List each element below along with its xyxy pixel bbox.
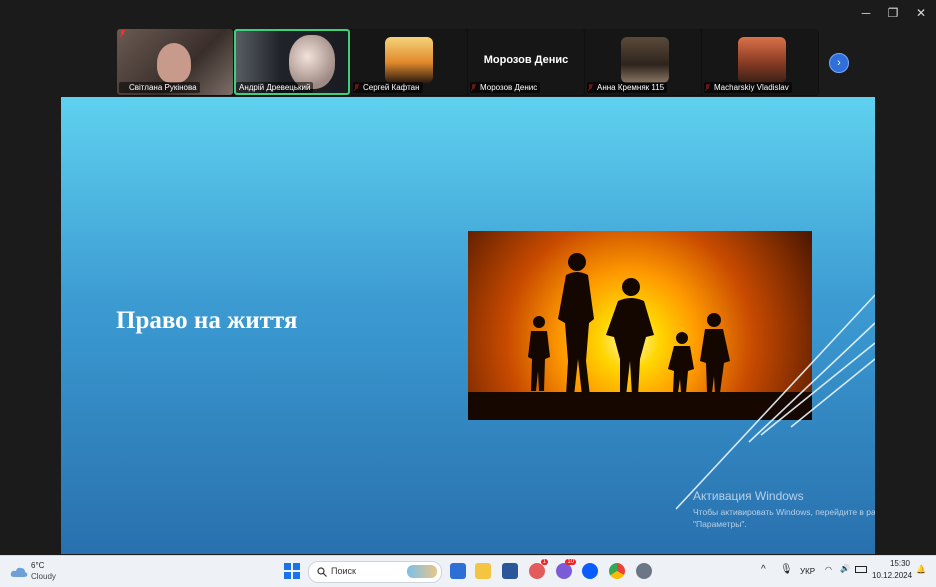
viber-icon[interactable]: 10 xyxy=(556,559,576,579)
participant-tile[interactable]: Світлана Рукінова xyxy=(117,29,233,95)
participant-name: Анна Кремняк 115 xyxy=(587,82,668,93)
participant-tile[interactable]: Сергей Кафтан xyxy=(351,29,467,95)
participant-name: Морозов Денис xyxy=(470,82,541,93)
participant-strip: Світлана Рукінова Андрій Древецький Серг… xyxy=(117,29,819,96)
notifications-bell-icon[interactable]: 🔔 xyxy=(916,565,926,574)
search-placeholder: Поиск xyxy=(331,566,356,576)
clock-date[interactable]: 10.12.2024 xyxy=(872,571,912,580)
taskbar-search-box[interactable]: Поиск xyxy=(308,561,442,583)
microphone-icon[interactable]: 🎙 xyxy=(780,564,793,575)
word-icon[interactable] xyxy=(502,563,518,579)
activation-title: Активация Windows xyxy=(693,489,804,503)
shared-slide: Право на життя Активация Windows Чтобы а… xyxy=(61,97,875,554)
tray-chevron-up-icon[interactable]: ^ xyxy=(761,564,766,575)
participant-avatar xyxy=(385,37,433,83)
participant-tile-active[interactable]: Андрій Древецький xyxy=(234,29,350,95)
participant-tile[interactable]: Macharskiy Vladislav xyxy=(702,29,818,95)
participant-name: Андрій Древецький xyxy=(236,82,314,93)
next-participants-button[interactable]: › xyxy=(829,53,849,73)
clock-time[interactable]: 15:30 xyxy=(888,559,910,568)
participant-name: Macharskiy Vladislav xyxy=(704,82,792,93)
telegram-icon[interactable]: 1 xyxy=(529,559,548,579)
weather-widget[interactable]: 6°C Cloudy xyxy=(10,561,70,583)
minimize-button[interactable]: ─ xyxy=(856,6,876,20)
search-icon xyxy=(317,567,327,577)
volume-icon[interactable]: 🔊 xyxy=(840,564,850,573)
participant-avatar xyxy=(738,37,786,83)
windows-taskbar: 6°C Cloudy Поиск 1 10 ^ 🎙 УКР ◠ 🔊 15:30 … xyxy=(0,555,936,587)
cloud-icon xyxy=(10,567,28,577)
viber-badge: 10 xyxy=(565,559,576,565)
activation-text: Чтобы активировать Windows, перейдите в … xyxy=(693,507,875,529)
participant-name: Сергей Кафтан xyxy=(353,82,423,93)
muted-mic-icon xyxy=(120,30,125,37)
chrome-icon[interactable] xyxy=(609,563,625,579)
windows-activation-watermark: Активация Windows Чтобы активировать Win… xyxy=(693,489,875,530)
telegram-badge: 1 xyxy=(540,559,548,565)
search-highlight-image xyxy=(407,565,437,578)
participant-avatar xyxy=(621,37,669,83)
zoom-icon[interactable] xyxy=(582,563,598,579)
battery-icon[interactable] xyxy=(855,566,867,573)
participant-video xyxy=(289,35,335,89)
weather-description: Cloudy xyxy=(31,572,56,581)
save-app-icon[interactable] xyxy=(450,563,466,579)
participant-name: Світлана Рукінова xyxy=(119,82,200,93)
settings-gear-icon[interactable] xyxy=(636,563,652,579)
decorative-lines xyxy=(675,294,875,510)
weather-temperature: 6°C xyxy=(31,561,45,570)
participant-display-name: Морозов Денис xyxy=(483,54,569,66)
file-explorer-icon[interactable] xyxy=(475,563,491,579)
participant-tile[interactable]: Анна Кремняк 115 xyxy=(585,29,701,95)
wifi-icon[interactable]: ◠ xyxy=(825,565,832,574)
participant-video xyxy=(157,43,191,83)
windows-start-icon[interactable] xyxy=(284,563,300,579)
restore-button[interactable]: ❐ xyxy=(883,6,903,20)
participant-tile[interactable]: Морозов Денис Морозов Денис xyxy=(468,29,584,95)
close-button[interactable]: ✕ xyxy=(911,6,931,20)
language-indicator[interactable]: УКР xyxy=(800,567,815,576)
